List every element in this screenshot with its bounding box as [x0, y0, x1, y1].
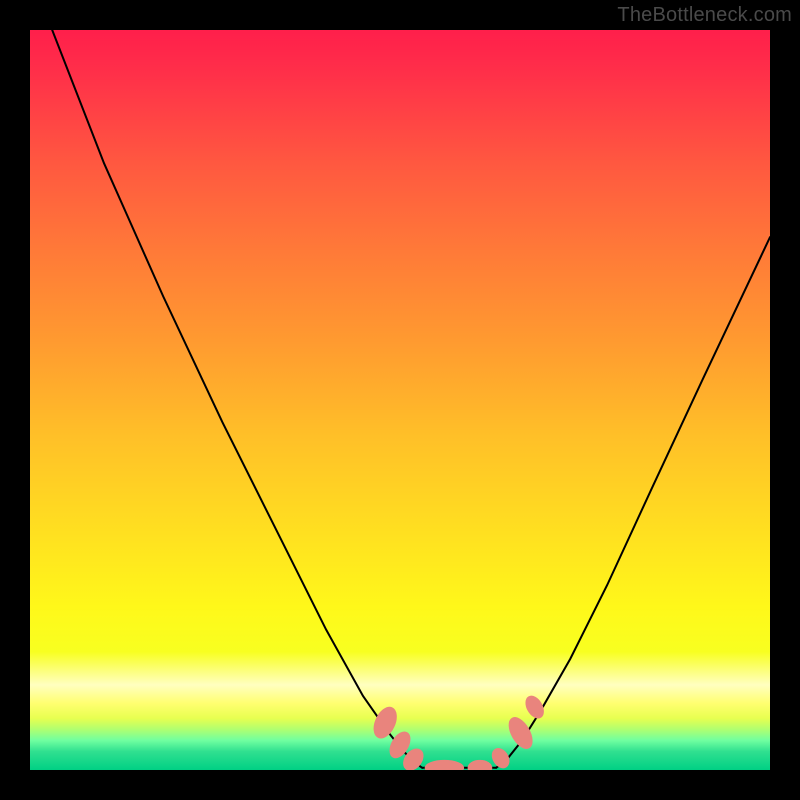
series-left-curve [52, 30, 422, 768]
marker-m7 [504, 714, 536, 752]
plot-area [30, 30, 770, 770]
chart-svg [30, 30, 770, 770]
series-right-curve [496, 237, 770, 768]
marker-layer [370, 693, 547, 770]
marker-m5 [468, 760, 492, 770]
chart-frame: TheBottleneck.com [0, 0, 800, 800]
marker-m6 [489, 745, 513, 770]
watermark-text: TheBottleneck.com [617, 4, 792, 27]
curve-layer [52, 30, 770, 768]
marker-m4 [425, 760, 463, 770]
